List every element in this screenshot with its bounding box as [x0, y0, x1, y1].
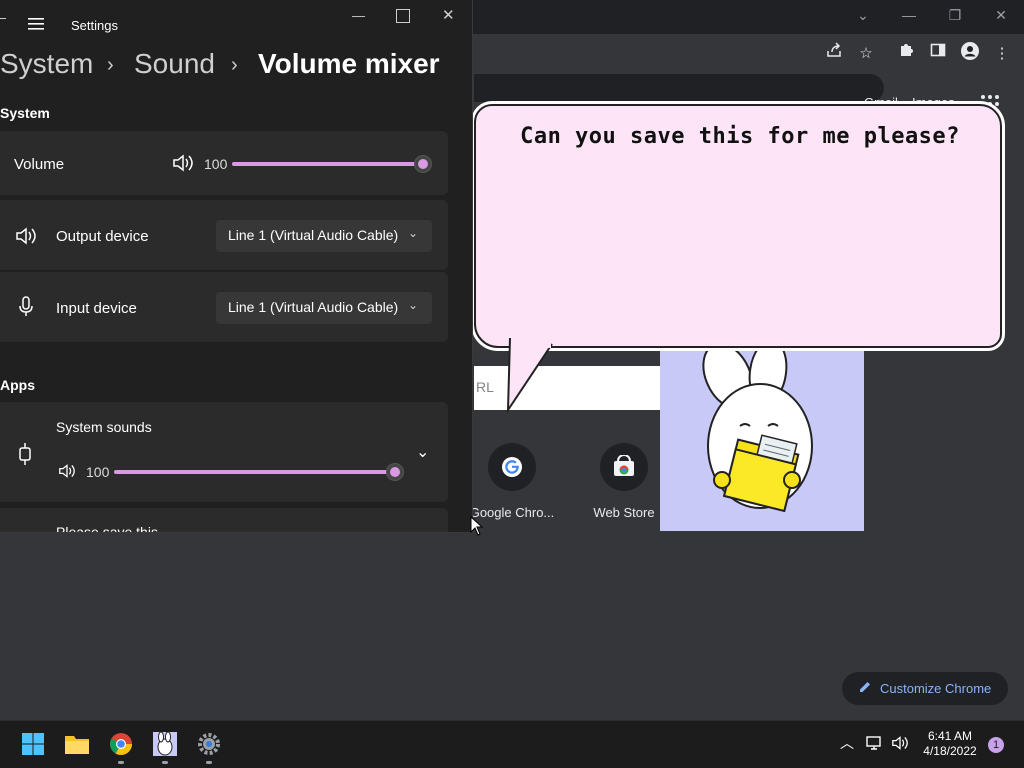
- input-device-label: Input device: [56, 300, 137, 317]
- chrome-icon[interactable]: [106, 729, 136, 759]
- volume-value: 100: [204, 156, 228, 172]
- customize-chrome-button[interactable]: Customize Chrome: [842, 672, 1008, 705]
- breadcrumb-system[interactable]: System: [0, 48, 93, 80]
- system-sounds-app-icon: [18, 442, 32, 471]
- speaker-icon: [15, 226, 37, 251]
- speech-bubble-tail: [506, 338, 553, 414]
- expand-chevron-icon[interactable]: ⌄: [416, 442, 429, 462]
- speech-bubble-text: Can you save this for me please?: [520, 124, 960, 149]
- close-button[interactable]: ✕: [987, 4, 1015, 26]
- settings-title: Settings: [71, 18, 118, 33]
- settings-gear-icon[interactable]: [194, 729, 224, 759]
- mouse-cursor-icon: [470, 516, 484, 536]
- clock-time: 6:41 AM: [927, 729, 973, 743]
- apps-section-heading: Apps: [0, 377, 35, 393]
- volume-tray-icon[interactable]: [890, 735, 910, 754]
- system-sounds-label: System sounds: [56, 419, 152, 435]
- tab-search-chevron-icon[interactable]: ⌄: [849, 4, 877, 26]
- output-device-label: Output device: [56, 228, 149, 245]
- running-indicator: [206, 761, 212, 764]
- breadcrumb-volume-mixer: Volume mixer: [258, 48, 440, 79]
- app-card: Please save this: [0, 508, 448, 533]
- speech-bubble: Can you save this for me please?: [474, 104, 1002, 348]
- chevron-down-icon: ⌄: [407, 226, 418, 240]
- speaker-icon[interactable]: [58, 463, 76, 484]
- app-name-label: Please save this: [56, 524, 158, 533]
- share-icon[interactable]: [822, 42, 846, 66]
- system-sounds-slider-track[interactable]: [114, 470, 394, 474]
- volume-label: Volume: [14, 156, 65, 173]
- show-hidden-icons-chevron-icon[interactable]: ︿: [840, 733, 854, 753]
- input-device-dropdown[interactable]: Line 1 (Virtual Audio Cable) ⌄: [216, 292, 432, 324]
- pencil-icon: [858, 680, 872, 697]
- taskbar: ︿ 6:41 AM 4/18/2022 1: [0, 720, 1024, 768]
- chevron-right-icon: ›: [231, 54, 238, 76]
- hamburger-menu-icon[interactable]: [28, 17, 46, 33]
- web-store-icon: [600, 443, 648, 491]
- bunny-folder-image: [660, 346, 864, 531]
- close-button[interactable]: ✕: [442, 6, 458, 24]
- minimize-button[interactable]: —: [352, 8, 368, 24]
- shortcut-google-chrome[interactable]: Google Chro...: [462, 440, 562, 520]
- breadcrumb-sound[interactable]: Sound: [134, 48, 215, 80]
- microphone-icon: [18, 296, 34, 323]
- clock[interactable]: 6:41 AM 4/18/2022: [920, 729, 980, 759]
- shortcut-label: Web Store: [593, 505, 655, 520]
- input-device-card: Input device Line 1 (Virtual Audio Cable…: [0, 272, 448, 342]
- side-panel-icon[interactable]: [926, 42, 950, 66]
- settings-window: Settings — ✕ System › Sound › Volume mix…: [0, 0, 473, 533]
- running-indicator: [118, 761, 124, 764]
- output-device-card: Output device Line 1 (Virtual Audio Cabl…: [0, 200, 448, 270]
- shortcut-web-store[interactable]: Web Store: [574, 440, 674, 520]
- chevron-right-icon: ›: [107, 54, 114, 76]
- running-indicator: [162, 761, 168, 764]
- volume-slider-track[interactable]: [232, 162, 422, 166]
- chrome-menu-kebab-icon[interactable]: ⋮: [990, 42, 1014, 66]
- maximize-button[interactable]: [396, 9, 410, 23]
- network-icon[interactable]: [866, 735, 884, 754]
- profile-avatar-icon[interactable]: [958, 42, 982, 66]
- system-sounds-slider-thumb[interactable]: [386, 463, 404, 481]
- system-sounds-value: 100: [86, 464, 110, 480]
- address-bar[interactable]: [474, 74, 884, 102]
- bookmark-star-icon[interactable]: ☆: [854, 42, 878, 66]
- file-explorer-icon[interactable]: [62, 729, 92, 759]
- output-device-value: Line 1 (Virtual Audio Cable): [228, 227, 399, 243]
- restore-button[interactable]: ❐: [941, 4, 969, 26]
- volume-card: Volume 100: [0, 131, 448, 195]
- volume-slider-thumb[interactable]: [414, 155, 432, 173]
- extensions-puzzle-icon[interactable]: [894, 42, 918, 66]
- system-sounds-card: System sounds 100 ⌄: [0, 402, 448, 502]
- output-device-dropdown[interactable]: Line 1 (Virtual Audio Cable) ⌄: [216, 220, 432, 252]
- bunny-app-icon[interactable]: [150, 729, 180, 759]
- notification-badge[interactable]: 1: [988, 737, 1004, 753]
- speaker-icon[interactable]: [172, 153, 194, 178]
- clock-date: 4/18/2022: [923, 744, 977, 758]
- minimize-button[interactable]: —: [895, 4, 923, 26]
- start-windows-icon[interactable]: [18, 729, 48, 759]
- system-section-heading: System: [0, 105, 50, 121]
- search-placeholder: RL: [476, 379, 494, 395]
- chevron-down-icon: ⌄: [407, 298, 418, 312]
- google-g-icon: [488, 443, 536, 491]
- customize-label: Customize Chrome: [880, 681, 992, 696]
- back-arrow-icon[interactable]: [0, 18, 6, 19]
- input-device-value: Line 1 (Virtual Audio Cable): [228, 299, 399, 315]
